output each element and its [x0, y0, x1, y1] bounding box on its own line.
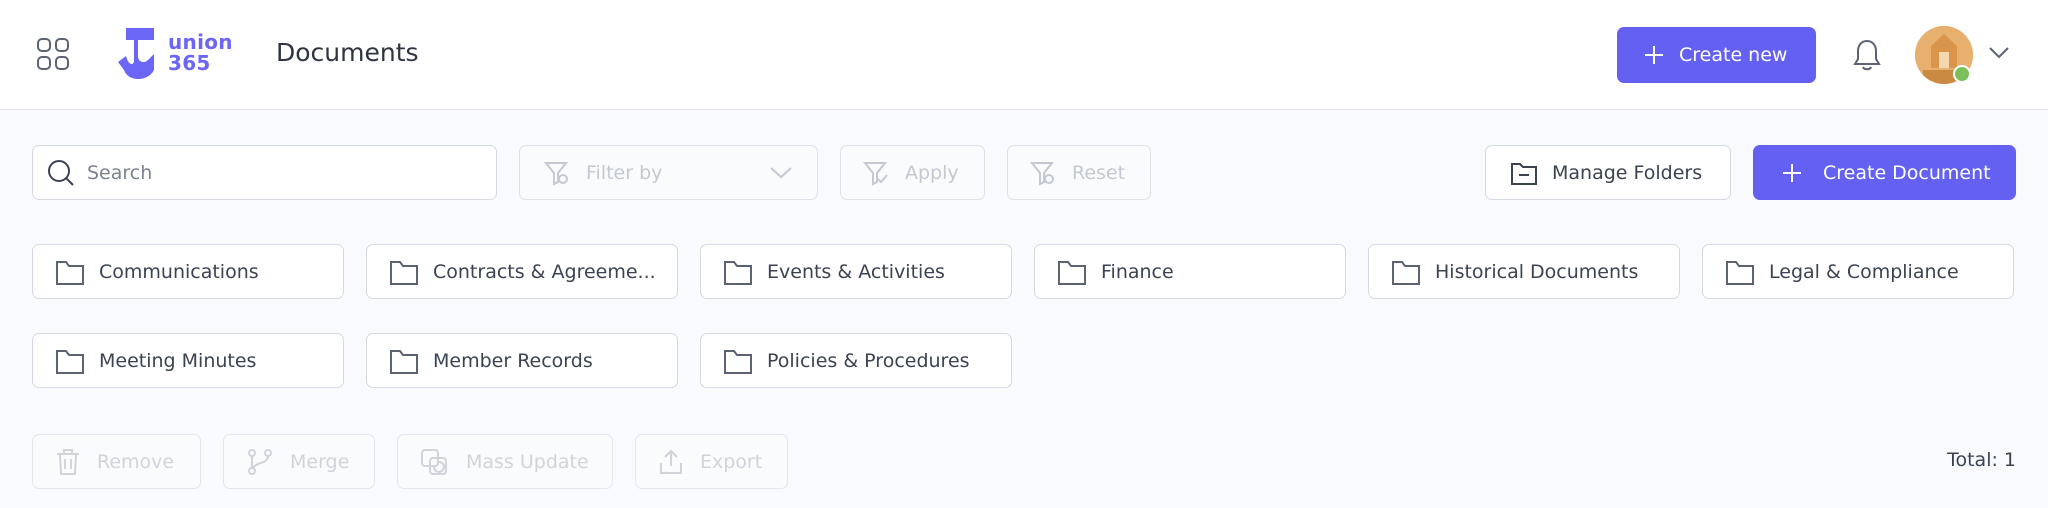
folder-label: Policies & Procedures: [767, 349, 970, 372]
online-status-indicator: [1953, 65, 1971, 83]
export-icon: [660, 449, 682, 474]
folder-item-member-records[interactable]: Member Records: [366, 333, 678, 388]
folder-item-historical[interactable]: Historical Documents: [1368, 244, 1680, 299]
manage-folders-label: Manage Folders: [1552, 161, 1703, 184]
export-button[interactable]: Export: [635, 434, 788, 489]
trash-icon: [57, 448, 79, 475]
create-new-label: Create new: [1679, 44, 1788, 66]
folder-label: Legal & Compliance: [1769, 260, 1959, 283]
folder-label: Finance: [1101, 260, 1174, 283]
chevron-down-icon: [770, 167, 792, 179]
manage-folders-button[interactable]: Manage Folders: [1485, 145, 1731, 200]
folder-settings-icon: [1511, 162, 1537, 185]
total-count: Total: 1: [1947, 449, 2016, 471]
folder-label: Member Records: [433, 349, 593, 372]
folder-label: Meeting Minutes: [99, 349, 257, 372]
folder-icon: [1058, 260, 1086, 285]
top-header: union 365 Documents Create new: [0, 0, 2048, 110]
chevron-down-icon[interactable]: [1988, 46, 2010, 60]
filter-reset-icon: [1030, 161, 1055, 186]
folder-item-finance[interactable]: Finance: [1034, 244, 1346, 299]
remove-label: Remove: [97, 450, 175, 473]
logo-mark-icon: [118, 28, 154, 79]
folder-item-events[interactable]: Events & Activities: [700, 244, 1012, 299]
reset-button[interactable]: Reset: [1007, 145, 1151, 200]
folder-label: Historical Documents: [1435, 260, 1639, 283]
folder-item-policies[interactable]: Policies & Procedures: [700, 333, 1012, 388]
merge-button[interactable]: Merge: [223, 434, 375, 489]
merge-icon: [248, 448, 272, 475]
create-document-button[interactable]: Create Document: [1753, 145, 2016, 200]
mass-update-icon: [421, 448, 447, 475]
logo-text: union 365: [168, 30, 233, 75]
folder-icon: [724, 260, 752, 285]
create-document-label: Create Document: [1823, 161, 1991, 184]
folder-icon: [390, 349, 418, 374]
plus-icon: [1645, 46, 1663, 64]
folder-item-legal[interactable]: Legal & Compliance: [1702, 244, 2014, 299]
filter-by-dropdown[interactable]: Filter by: [519, 145, 818, 200]
merge-label: Merge: [290, 450, 350, 473]
folder-label: Events & Activities: [767, 260, 945, 283]
folder-item-contracts[interactable]: Contracts & Agreeme...: [366, 244, 678, 299]
bell-icon[interactable]: [1853, 38, 1881, 72]
reset-label: Reset: [1072, 161, 1126, 184]
mass-update-button[interactable]: Mass Update: [397, 434, 613, 489]
filter-apply-icon: [863, 161, 888, 186]
union365-logo[interactable]: union 365: [118, 26, 248, 84]
remove-button[interactable]: Remove: [32, 434, 201, 489]
filter-by-label: Filter by: [586, 161, 663, 184]
folder-icon: [390, 260, 418, 285]
folder-item-meeting-minutes[interactable]: Meeting Minutes: [32, 333, 344, 388]
folder-icon: [1392, 260, 1420, 285]
filter-icon: [544, 161, 569, 186]
page-title: Documents: [276, 38, 419, 67]
export-label: Export: [700, 450, 763, 473]
folder-icon: [1726, 260, 1754, 285]
folder-label: Contracts & Agreeme...: [433, 260, 656, 283]
search-box[interactable]: [32, 145, 497, 200]
apps-grid-icon[interactable]: [36, 37, 70, 71]
folder-icon: [724, 349, 752, 374]
folder-label: Communications: [99, 260, 259, 283]
folder-icon: [56, 349, 84, 374]
apply-button[interactable]: Apply: [840, 145, 985, 200]
search-icon: [48, 159, 74, 186]
folder-item-communications[interactable]: Communications: [32, 244, 344, 299]
folder-icon: [56, 260, 84, 285]
create-new-button[interactable]: Create new: [1617, 27, 1816, 83]
mass-update-label: Mass Update: [466, 450, 589, 473]
plus-icon: [1783, 163, 1801, 182]
apply-label: Apply: [905, 161, 959, 184]
search-input[interactable]: [87, 161, 467, 184]
